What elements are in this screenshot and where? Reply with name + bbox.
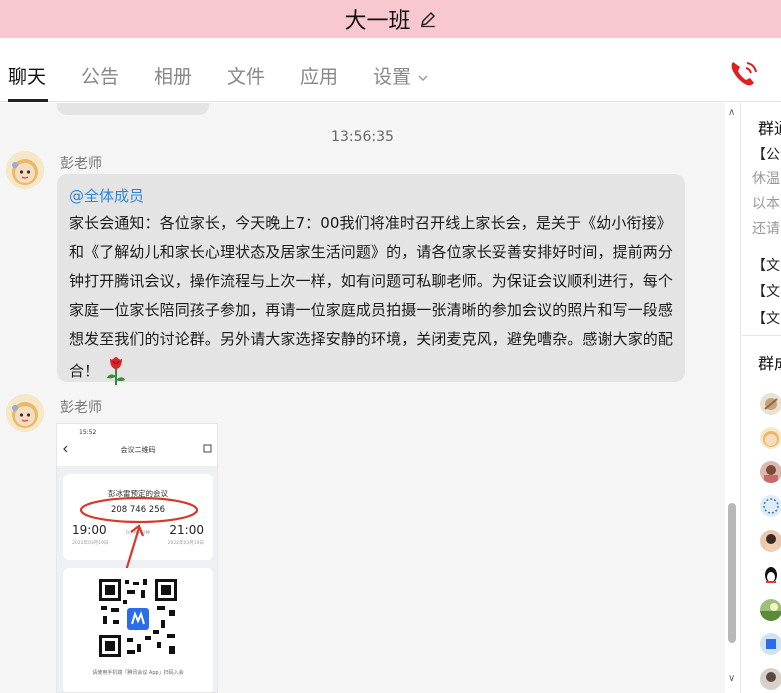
mention-all-link[interactable]: @全体成员: [69, 183, 673, 209]
member-avatar[interactable]: [760, 530, 781, 552]
edit-icon[interactable]: [419, 10, 437, 28]
tab-album[interactable]: 相册: [154, 62, 192, 89]
end-time: 21:00: [169, 523, 204, 537]
tab-settings-label: 设置: [373, 66, 412, 88]
scroll-up-icon[interactable]: ∧: [728, 107, 735, 118]
chevron-down-icon: [418, 75, 428, 81]
group-members-title: 群成: [758, 354, 781, 373]
active-tab-indicator: [8, 99, 48, 102]
sender-name: 彭老师: [60, 156, 102, 172]
title-bar: 大一班: [0, 0, 781, 38]
end-date: 2022年03月19日: [168, 539, 204, 546]
notice-line[interactable]: 【公: [752, 144, 780, 164]
tab-bar: 聊天 公告 相册 文件 应用 设置: [0, 38, 781, 102]
tab-files[interactable]: 文件: [227, 62, 265, 89]
member-avatar[interactable]: [760, 599, 781, 621]
scrollbar-thumb[interactable]: [728, 503, 736, 643]
tab-chat[interactable]: 聊天: [8, 62, 46, 89]
tab-announcement[interactable]: 公告: [81, 62, 119, 89]
meeting-id: 208 746 256: [111, 505, 165, 515]
phone-call-icon[interactable]: [727, 58, 761, 88]
file-item[interactable]: 【文: [752, 281, 780, 301]
window-title: 大一班: [344, 9, 411, 34]
member-avatar[interactable]: [760, 495, 781, 517]
qr-code-image: [99, 579, 177, 657]
avatar[interactable]: [6, 394, 44, 432]
member-avatar[interactable]: [760, 633, 781, 655]
image-message-meeting-qr[interactable]: 15:52 会议二维码 彭冰雷预定的会议 208 746 256 19:00 2…: [56, 423, 218, 693]
previous-message-bubble: [57, 103, 209, 115]
chat-scrollbar[interactable]: ∧ ∨: [725, 103, 741, 693]
message-text: 家长会通知：各位家长，今天晚上7：00我们将准时召开线上家长会，是关于《幼小衔接…: [69, 209, 673, 386]
group-notice-title: 群通: [758, 119, 781, 138]
status-bar-time: 15:52: [79, 429, 96, 436]
scroll-down-icon[interactable]: ∨: [728, 673, 735, 684]
member-avatar[interactable]: [760, 461, 781, 483]
message-bubble[interactable]: @全体成员 家长会通知：各位家长，今天晚上7：00我们将准时召开线上家长会，是关…: [57, 174, 685, 385]
avatar-cartoon-icon: [6, 394, 44, 432]
file-item[interactable]: 【文: [752, 308, 780, 328]
avatar-cartoon-icon: [6, 151, 44, 189]
start-date: 2022年03月19日: [72, 539, 108, 546]
chat-area[interactable]: 13:56:35 彭老师 @全体成员 家长会通知：各位家长，今天晚上7：00我们…: [0, 103, 725, 693]
sender-name: 彭老师: [60, 400, 102, 416]
tab-apps[interactable]: 应用: [300, 62, 338, 89]
tab-settings[interactable]: 设置: [373, 62, 429, 89]
meeting-title: 彭冰雷预定的会议: [108, 488, 168, 498]
member-avatar[interactable]: [760, 564, 781, 586]
message-timestamp: 13:56:35: [331, 129, 394, 145]
sidebar-divider: [742, 335, 781, 336]
notice-line: 以本: [752, 196, 780, 212]
message-body: 家长会通知：各位家长，今天晚上7：00我们将准时召开线上家长会，是关于《幼小衔接…: [69, 214, 674, 380]
qr-instruction: 请使用手机端「腾讯会议 App」扫码入会: [92, 669, 183, 676]
screenshot-header: 会议二维码: [121, 445, 156, 454]
member-avatar[interactable]: [760, 427, 781, 449]
group-info-sidebar: 群通 【公 休温 以本 还请 【文 【文 【文 群成: [742, 103, 781, 693]
member-avatar[interactable]: [760, 668, 781, 690]
notice-line: 还请: [752, 221, 780, 237]
rose-emoji-icon: [107, 357, 126, 385]
start-time: 19:00: [72, 523, 107, 537]
file-item[interactable]: 【文: [752, 255, 780, 275]
notice-line: 休温: [752, 171, 780, 187]
member-avatar[interactable]: [760, 393, 781, 415]
avatar[interactable]: [6, 151, 44, 189]
meeting-qr-screenshot: 15:52 会议二维码 彭冰雷预定的会议 208 746 256 19:00 2…: [57, 424, 217, 692]
